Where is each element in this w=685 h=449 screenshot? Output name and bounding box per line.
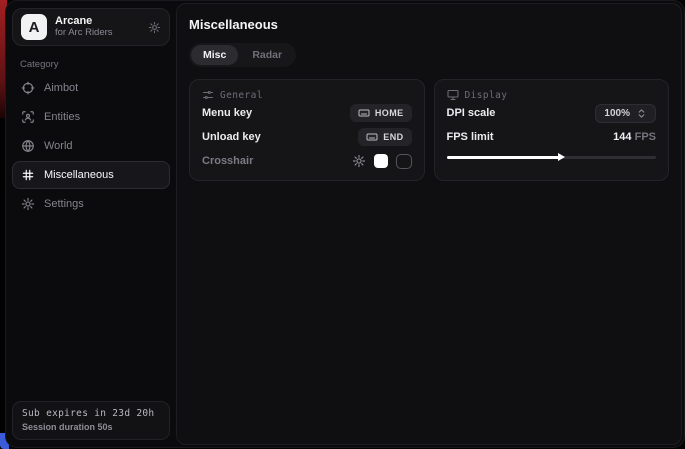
dpi-scale-row: DPI scale 100%: [447, 101, 657, 125]
crosshair-settings-gear-icon[interactable]: [352, 154, 366, 168]
sliders-icon: [202, 89, 214, 101]
brand-gear-icon[interactable]: [148, 21, 161, 34]
general-panel-title: General: [220, 90, 263, 101]
menu-key-label: Menu key: [202, 107, 252, 119]
crosshair-icon: [21, 81, 35, 95]
tab-misc[interactable]: Misc: [191, 45, 238, 65]
grid-icon: [21, 168, 35, 182]
crosshair-label: Crosshair: [202, 155, 253, 167]
crosshair-checkbox[interactable]: [396, 154, 412, 169]
fps-unit: FPS: [635, 131, 656, 143]
gear-icon: [21, 197, 35, 211]
unload-key-button[interactable]: END: [358, 128, 411, 146]
unload-key-value: END: [383, 132, 403, 142]
sidebar-item-label: Aimbot: [44, 82, 78, 94]
dpi-scale-value: 100%: [604, 108, 630, 119]
menu-key-button[interactable]: HOME: [350, 104, 412, 122]
main-content: Miscellaneous Misc Radar General: [176, 3, 682, 445]
sidebar-item-miscellaneous[interactable]: Miscellaneous: [12, 161, 170, 189]
tab-radar[interactable]: Radar: [240, 45, 294, 65]
sidebar-item-label: Settings: [44, 198, 84, 210]
crosshair-row: Crosshair: [202, 149, 412, 173]
monitor-icon: [447, 89, 459, 101]
menu-key-row: Menu key HOME: [202, 101, 412, 125]
general-panel-header: General: [202, 89, 412, 101]
subscription-info-card: Sub expires in 23d 20h Session duration …: [12, 401, 170, 440]
fps-limit-label: FPS limit: [447, 131, 494, 143]
brand-text: Arcane for Arc Riders: [55, 15, 140, 39]
tab-bar: Misc Radar: [189, 43, 296, 67]
scan-user-icon: [21, 110, 35, 124]
display-panel-title: Display: [465, 90, 508, 101]
sidebar-item-aimbot[interactable]: Aimbot: [12, 74, 170, 102]
sidebar-item-entities[interactable]: Entities: [12, 103, 170, 131]
unload-key-label: Unload key: [202, 131, 261, 143]
fps-slider-thumb[interactable]: [558, 153, 565, 161]
fps-limit-value: 144 FPS: [613, 131, 656, 143]
fps-number: 144: [613, 131, 631, 143]
page-title: Miscellaneous: [189, 17, 669, 32]
globe-icon: [21, 139, 35, 153]
display-panel: Display DPI scale 100% FPS limit: [434, 79, 670, 181]
fps-limit-row: FPS limit 144 FPS: [447, 125, 657, 149]
chevrons-up-down-icon: [636, 108, 647, 119]
sidebar-item-settings[interactable]: Settings: [12, 190, 170, 218]
brand-title: Arcane: [55, 15, 140, 28]
sidebar-nav: Aimbot Entities World: [12, 74, 170, 218]
dpi-scale-select[interactable]: 100%: [595, 104, 656, 123]
brand-subtitle: for Arc Riders: [55, 28, 140, 39]
crosshair-color-swatch[interactable]: [374, 154, 388, 168]
sidebar-item-label: Miscellaneous: [44, 169, 114, 181]
brand-logo: A: [21, 14, 47, 40]
menu-key-value: HOME: [375, 108, 404, 118]
keyboard-icon: [358, 107, 370, 119]
dpi-scale-label: DPI scale: [447, 107, 496, 119]
sidebar: A Arcane for Arc Riders Category: [6, 1, 176, 447]
overlay-window: A Arcane for Arc Riders Category: [5, 0, 685, 448]
sub-expiry-text: Sub expires in 23d 20h: [22, 408, 160, 419]
fps-slider-fill: [447, 156, 560, 159]
session-duration-text: Session duration 50s: [22, 422, 160, 432]
panels-row: General Menu key HOME Unload key: [189, 79, 669, 181]
sidebar-item-world[interactable]: World: [12, 132, 170, 160]
sidebar-item-label: Entities: [44, 111, 80, 123]
crosshair-controls: [352, 154, 412, 169]
sidebar-item-label: World: [44, 140, 73, 152]
fps-slider[interactable]: [447, 151, 657, 163]
keyboard-icon: [366, 131, 378, 143]
category-label: Category: [20, 59, 170, 70]
brand-card: A Arcane for Arc Riders: [12, 8, 170, 46]
display-panel-header: Display: [447, 89, 657, 101]
general-panel: General Menu key HOME Unload key: [189, 79, 425, 181]
unload-key-row: Unload key END: [202, 125, 412, 149]
